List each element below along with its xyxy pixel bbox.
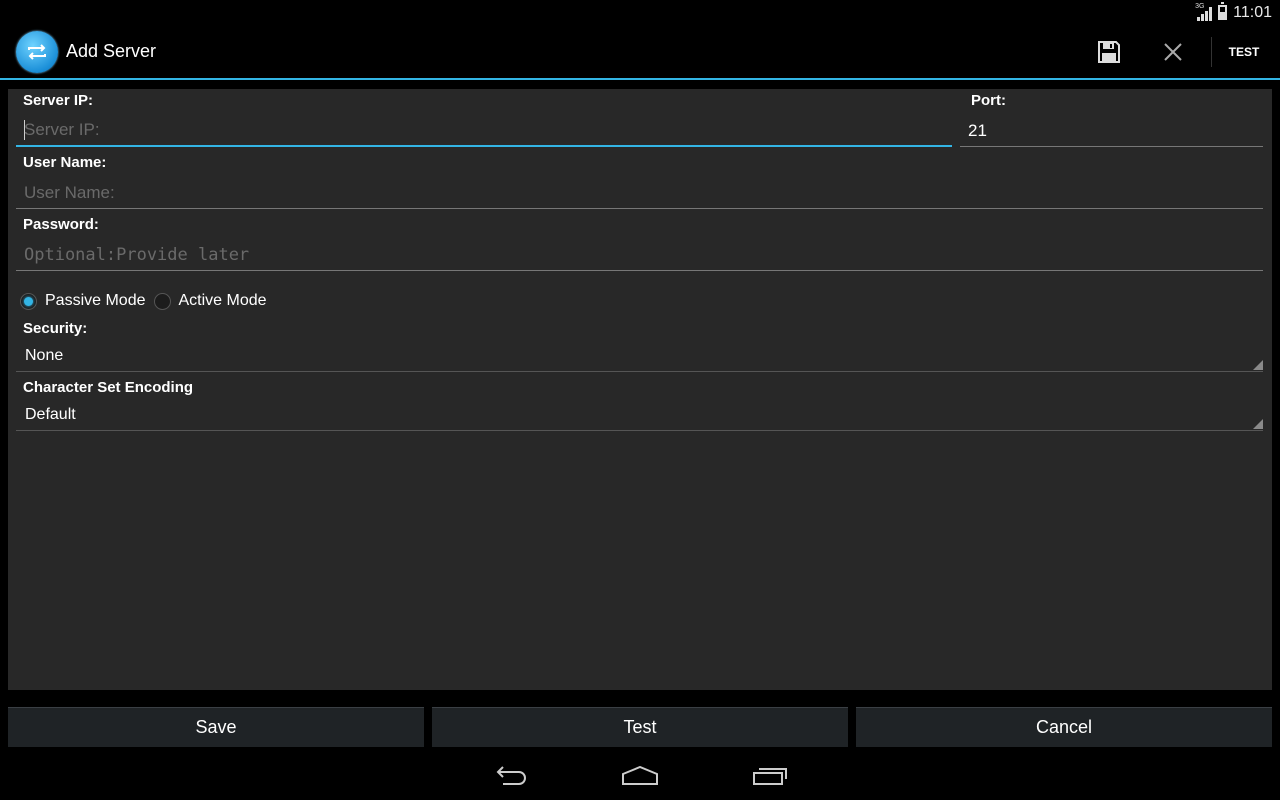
back-icon (496, 766, 526, 785)
recents-icon (753, 768, 787, 785)
transfer-mode-group: Passive Mode Active Mode (20, 291, 275, 311)
user-name-label: User Name: (23, 154, 107, 171)
security-spinner[interactable]: None (16, 340, 1263, 372)
cancel-button[interactable]: Cancel (856, 707, 1272, 747)
passive-mode-label[interactable]: Passive Mode (45, 292, 146, 310)
server-ip-label: Server IP: (23, 92, 94, 109)
port-field[interactable]: 21 (960, 115, 1263, 147)
button-bar: Save Test Cancel (8, 707, 1272, 747)
password-input[interactable] (24, 244, 1263, 265)
server-ip-input[interactable] (24, 120, 952, 140)
page-title: Add Server (66, 41, 157, 61)
active-mode-radio[interactable] (153, 292, 171, 310)
home-button[interactable] (614, 756, 666, 796)
action-divider (1211, 36, 1212, 67)
passive-mode-radio[interactable] (20, 292, 37, 310)
encoding-spinner[interactable]: Default (16, 399, 1263, 431)
back-button[interactable] (484, 756, 536, 796)
test-action-button[interactable]: TEST (1218, 24, 1270, 79)
encoding-label: Character Set Encoding (23, 379, 194, 396)
system-nav-bar (0, 752, 1280, 800)
battery-icon (1218, 2, 1228, 20)
dropdown-triangle-icon (1253, 419, 1263, 429)
sync-arrows-icon[interactable] (16, 30, 58, 73)
user-name-field[interactable] (16, 177, 1263, 209)
close-icon (1164, 42, 1182, 61)
status-time: 11:01 (1233, 3, 1272, 21)
encoding-selected: Default (25, 405, 76, 423)
dropdown-triangle-icon (1253, 360, 1263, 370)
password-field[interactable] (16, 239, 1263, 271)
user-name-input[interactable] (24, 182, 1263, 203)
test-button[interactable]: Test (432, 707, 848, 747)
close-action-button[interactable] (1141, 24, 1205, 79)
server-form: Server IP: Port: 21 User Name: Password:… (8, 89, 1272, 690)
action-bar: Add Server TEST (0, 25, 1280, 80)
network-type: 3G (1195, 2, 1205, 10)
save-action-button[interactable] (1077, 24, 1141, 79)
signal-icon: 3G (1195, 2, 1213, 21)
save-button[interactable]: Save (8, 707, 424, 747)
recents-button[interactable] (744, 756, 796, 796)
active-mode-label[interactable]: Active Mode (179, 292, 267, 310)
server-ip-field[interactable] (16, 115, 952, 147)
password-label: Password: (23, 216, 99, 233)
security-selected: None (25, 346, 64, 364)
port-label: Port: (971, 92, 1006, 109)
home-icon (622, 766, 658, 785)
floppy-save-icon (1098, 40, 1120, 63)
status-bar: 3G 11:01 (0, 0, 1280, 25)
port-value: 21 (968, 120, 987, 140)
security-label: Security: (23, 320, 88, 337)
